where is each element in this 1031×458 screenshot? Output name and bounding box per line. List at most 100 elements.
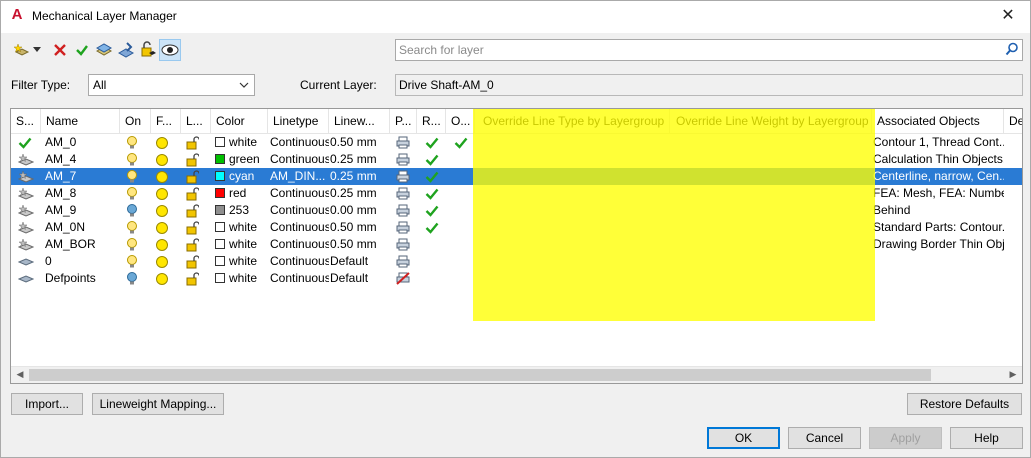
col-header-description[interactable]: De xyxy=(1004,109,1022,134)
col-header-freeze[interactable]: F... xyxy=(151,109,181,134)
col-header-lock[interactable]: L... xyxy=(181,109,211,134)
delete-layer-icon[interactable] xyxy=(49,39,71,61)
layer-row[interactable]: AM_BOR white Continuous 0.50 mm Drawing Bord… xyxy=(11,236,1022,253)
freeze-sun-icon[interactable] xyxy=(155,219,169,236)
layer-linetype[interactable]: Continuous xyxy=(266,185,329,202)
layer-color[interactable]: green xyxy=(211,151,268,168)
layer-color[interactable]: white xyxy=(211,219,268,236)
layer-color[interactable]: white xyxy=(211,270,268,287)
horizontal-scrollbar[interactable]: ◀ ▶ xyxy=(11,366,1022,383)
lock-icon[interactable] xyxy=(185,185,199,202)
col-header-color[interactable]: Color xyxy=(211,109,268,134)
lock-icon[interactable] xyxy=(185,253,199,270)
col-header-associated-objects[interactable]: Associated Objects xyxy=(872,109,1004,134)
close-icon[interactable]: ✕ xyxy=(998,5,1018,27)
layer-linetype[interactable]: Continuous xyxy=(266,253,329,270)
layer-color[interactable]: cyan xyxy=(211,168,268,185)
printer-icon[interactable] xyxy=(396,219,410,236)
layer-linetype[interactable]: Continuous xyxy=(266,202,329,219)
restore-defaults-button[interactable]: Restore Defaults xyxy=(907,393,1022,415)
layer-row[interactable]: 0 white Continuous Default xyxy=(11,253,1022,270)
lock-icon[interactable] xyxy=(185,236,199,253)
layer-row[interactable]: AM_0N white Continuous 0.50 mm Standard Part… xyxy=(11,219,1022,236)
freeze-sun-icon[interactable] xyxy=(155,236,169,253)
layer-lineweight[interactable]: 0.25 mm xyxy=(326,168,390,185)
freeze-sun-icon[interactable] xyxy=(155,151,169,168)
layer-linetype[interactable]: Continuous xyxy=(266,151,329,168)
layer-color[interactable]: white xyxy=(211,134,268,151)
freeze-sun-icon[interactable] xyxy=(155,134,169,151)
printer-icon[interactable] xyxy=(396,236,410,253)
printer-icon[interactable] xyxy=(396,253,410,270)
checkmark-icon[interactable] xyxy=(425,219,439,236)
layer-lineweight[interactable]: 0.50 mm xyxy=(326,134,390,151)
scrollbar-thumb[interactable] xyxy=(29,369,931,381)
col-header-plot[interactable]: P... xyxy=(390,109,417,134)
lock-icon[interactable] xyxy=(185,219,199,236)
layer-visibility-icon[interactable] xyxy=(159,39,181,61)
layer-color[interactable]: white xyxy=(211,236,268,253)
col-header-status[interactable]: S... xyxy=(11,109,41,134)
checkmark-icon[interactable] xyxy=(425,134,439,151)
lightbulb-on-icon[interactable] xyxy=(126,236,138,253)
lock-icon[interactable] xyxy=(185,270,199,287)
layer-color[interactable]: 253 xyxy=(211,202,268,219)
layer-lineweight[interactable]: 0.25 mm xyxy=(326,185,390,202)
layer-row[interactable]: AM_4 green Continuous 0.25 mm Calculation Th… xyxy=(11,151,1022,168)
col-header-lineweight[interactable]: Linew... xyxy=(329,109,390,134)
cancel-button[interactable]: Cancel xyxy=(788,427,861,449)
layer-row[interactable]: Defpoints white Continuous Default xyxy=(11,270,1022,287)
layer-row[interactable]: AM_8 red Continuous 0.25 mm FEA: Mesh, FEA: … xyxy=(11,185,1022,202)
lightbulb-off-icon[interactable] xyxy=(126,202,138,219)
lock-icon[interactable] xyxy=(185,168,199,185)
col-header-override-lineweight[interactable]: Override Line Weight by Layergroup xyxy=(670,109,872,134)
freeze-sun-icon[interactable] xyxy=(155,270,169,287)
search-icon[interactable] xyxy=(1005,42,1019,59)
layer-lineweight[interactable]: 0.50 mm xyxy=(326,236,390,253)
no-plot-icon[interactable] xyxy=(396,270,410,287)
lightbulb-on-icon[interactable] xyxy=(126,134,138,151)
layer-row[interactable]: AM_7 cyan AM_DIN... 0.25 mm Centerline, narr… xyxy=(11,168,1022,185)
freeze-sun-icon[interactable] xyxy=(155,168,169,185)
checkmark-icon[interactable] xyxy=(425,185,439,202)
lightbulb-on-icon[interactable] xyxy=(126,185,138,202)
checkmark-icon[interactable] xyxy=(425,202,439,219)
search-input[interactable] xyxy=(396,40,986,60)
lock-icon[interactable] xyxy=(185,202,199,219)
layer-linetype[interactable]: Continuous xyxy=(266,134,329,151)
help-button[interactable]: Help xyxy=(950,427,1023,449)
layer-color[interactable]: red xyxy=(211,185,268,202)
apply-button[interactable]: Apply xyxy=(869,427,942,449)
filter-type-select[interactable]: All xyxy=(88,74,255,96)
col-header-on[interactable]: On xyxy=(120,109,151,134)
scroll-right-icon[interactable]: ▶ xyxy=(1006,369,1020,381)
col-header-o[interactable]: O... xyxy=(446,109,475,134)
col-header-r[interactable]: R... xyxy=(417,109,446,134)
import-button[interactable]: Import... xyxy=(11,393,83,415)
lightbulb-on-icon[interactable] xyxy=(126,151,138,168)
layer-row[interactable]: AM_0 white Continuous 0.50 mm Contour 1, Thr… xyxy=(11,134,1022,151)
layer-lock-icon[interactable] xyxy=(137,39,159,61)
set-current-icon[interactable] xyxy=(71,39,93,61)
lock-icon[interactable] xyxy=(185,151,199,168)
col-header-name[interactable]: Name xyxy=(41,109,120,134)
new-layer-icon[interactable] xyxy=(11,39,33,61)
layer-linetype[interactable]: Continuous xyxy=(266,219,329,236)
layer-lineweight[interactable]: Default xyxy=(326,270,390,287)
freeze-sun-icon[interactable] xyxy=(155,202,169,219)
layer-lineweight[interactable]: 0.50 mm xyxy=(326,219,390,236)
lightbulb-on-icon[interactable] xyxy=(126,253,138,270)
printer-icon[interactable] xyxy=(396,151,410,168)
chevron-down-icon[interactable] xyxy=(31,39,43,61)
checkmark-icon[interactable] xyxy=(454,134,468,151)
checkmark-icon[interactable] xyxy=(425,168,439,185)
lightbulb-off-icon[interactable] xyxy=(126,270,138,287)
lock-icon[interactable] xyxy=(185,134,199,151)
scroll-left-icon[interactable]: ◀ xyxy=(13,369,27,381)
lightbulb-on-icon[interactable] xyxy=(126,219,138,236)
printer-icon[interactable] xyxy=(396,134,410,151)
printer-icon[interactable] xyxy=(396,168,410,185)
checkmark-icon[interactable] xyxy=(425,151,439,168)
layer-linetype[interactable]: Continuous xyxy=(266,236,329,253)
layer-lineweight[interactable]: 0.00 mm xyxy=(326,202,390,219)
